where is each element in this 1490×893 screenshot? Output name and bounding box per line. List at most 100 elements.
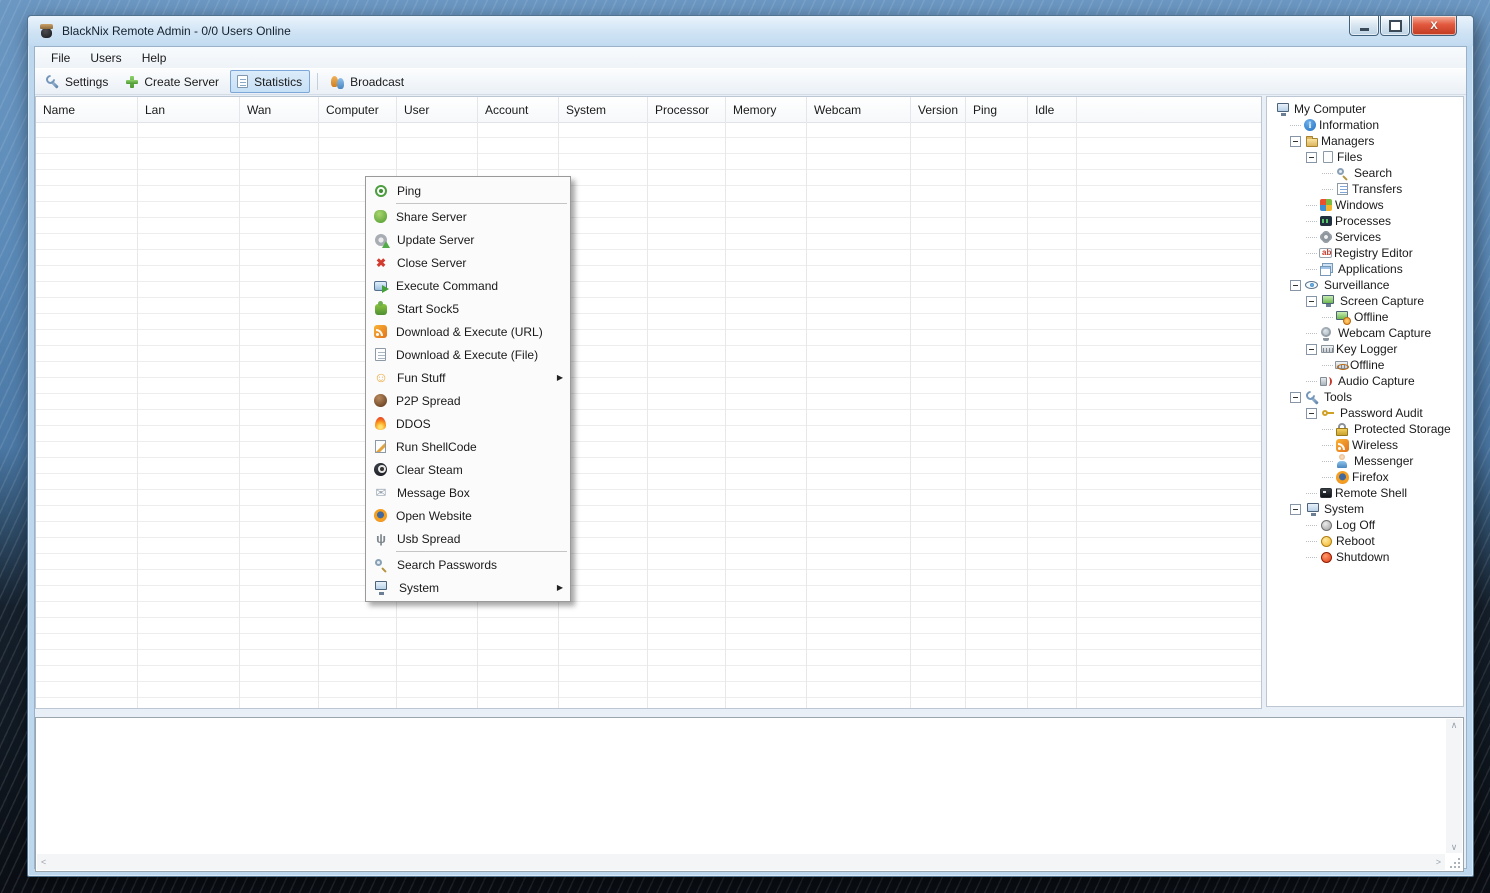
column-header-lan[interactable]: Lan <box>138 97 240 122</box>
toolbar-button-broadcast[interactable]: Broadcast <box>325 70 412 93</box>
context-menu-item-message-box[interactable]: Message Box <box>366 481 570 504</box>
minus-glyph <box>1293 141 1298 142</box>
log-output[interactable] <box>37 719 1445 853</box>
tree-item-tools[interactable]: Tools <box>1267 389 1463 405</box>
scroll-up-icon[interactable] <box>1451 719 1458 731</box>
tree-item-label: Screen Capture <box>1340 294 1424 308</box>
context-menu-item-usb-spread[interactable]: Usb Spread <box>366 527 570 550</box>
column-header-idle[interactable]: Idle <box>1028 97 1077 122</box>
tree-item-label: Managers <box>1321 134 1374 148</box>
column-header-user[interactable]: User <box>397 97 478 122</box>
tree-expand-box[interactable] <box>1290 392 1301 403</box>
tree-item-password-audit[interactable]: Password Audit <box>1267 405 1463 421</box>
context-menu-item-p2p-spread[interactable]: P2P Spread <box>366 389 570 412</box>
context-menu-item-ping[interactable]: Ping <box>366 179 570 202</box>
context-menu-item-fun-stuff[interactable]: Fun Stuff▶ <box>366 366 570 389</box>
server-listview[interactable]: NameLanWanComputerUserAccountSystemProce… <box>35 96 1262 709</box>
column-header-memory[interactable]: Memory <box>726 97 807 122</box>
tree-expand-box[interactable] <box>1306 152 1317 163</box>
tree-item-windows[interactable]: Windows <box>1267 197 1463 213</box>
context-menu-item-clear-steam[interactable]: Clear Steam <box>366 458 570 481</box>
tree-item-protected-storage[interactable]: Protected Storage <box>1267 421 1463 437</box>
context-menu-item-start-sock5[interactable]: Start Sock5 <box>366 297 570 320</box>
column-header-name[interactable]: Name <box>36 97 138 122</box>
context-menu-item-label: Share Server <box>396 210 467 224</box>
context-menu-item-close-server[interactable]: Close Server <box>366 251 570 274</box>
tree-item-log-off[interactable]: Log Off <box>1267 517 1463 533</box>
tree-expand-box[interactable] <box>1290 504 1301 515</box>
tree-item-messenger[interactable]: Messenger <box>1267 453 1463 469</box>
column-header-ping[interactable]: Ping <box>966 97 1028 122</box>
column-header-processor[interactable]: Processor <box>648 97 726 122</box>
server-list-body[interactable] <box>36 122 1261 708</box>
log-horizontal-scrollbar[interactable] <box>37 854 1445 870</box>
tree-connector <box>1306 261 1317 270</box>
tree-item-key-logger[interactable]: Key Logger <box>1267 341 1463 357</box>
tree-item-screen-capture[interactable]: Screen Capture <box>1267 293 1463 309</box>
tree-item-firefox[interactable]: Firefox <box>1267 469 1463 485</box>
minimize-button[interactable] <box>1349 16 1379 36</box>
tree-item-system[interactable]: System <box>1267 501 1463 517</box>
context-menu-item-label: Ping <box>397 184 421 198</box>
column-header-system[interactable]: System <box>559 97 648 122</box>
context-menu-item-download-execute-file[interactable]: Download & Execute (File) <box>366 343 570 366</box>
scroll-left-icon[interactable] <box>41 856 46 868</box>
context-menu-item-run-shellcode[interactable]: Run ShellCode <box>366 435 570 458</box>
column-header-webcam[interactable]: Webcam <box>807 97 911 122</box>
tree-item-offline[interactable]: Offline <box>1267 357 1463 373</box>
tree-expand-box[interactable] <box>1306 296 1317 307</box>
tree-item-surveillance[interactable]: Surveillance <box>1267 277 1463 293</box>
clear-steam-icon <box>374 463 387 476</box>
tree-item-wireless[interactable]: Wireless <box>1267 437 1463 453</box>
context-menu-item-execute-command[interactable]: Execute Command <box>366 274 570 297</box>
context-menu-item-download-execute-url[interactable]: Download & Execute (URL) <box>366 320 570 343</box>
tree-item-transfers[interactable]: Transfers <box>1267 181 1463 197</box>
log-vertical-scrollbar[interactable] <box>1446 719 1462 853</box>
context-menu-item-ddos[interactable]: DDOS <box>366 412 570 435</box>
toolbar-button-statistics[interactable]: Statistics <box>230 70 310 93</box>
maximize-button[interactable] <box>1380 16 1410 36</box>
tree-item-reboot[interactable]: Reboot <box>1267 533 1463 549</box>
toolbar-button-settings[interactable]: Settings <box>40 70 116 93</box>
tree-item-services[interactable]: Services <box>1267 229 1463 245</box>
plus-icon <box>124 74 140 90</box>
tree-item-webcam-capture[interactable]: Webcam Capture <box>1267 325 1463 341</box>
context-menu-item-update-server[interactable]: Update Server <box>366 228 570 251</box>
tree-item-my-computer[interactable]: My Computer <box>1267 101 1463 117</box>
tree-item-shutdown[interactable]: Shutdown <box>1267 549 1463 565</box>
tree-item-managers[interactable]: Managers <box>1267 133 1463 149</box>
tree-item-audio-capture[interactable]: Audio Capture <box>1267 373 1463 389</box>
tree-item-processes[interactable]: Processes <box>1267 213 1463 229</box>
tree-item-files[interactable]: Files <box>1267 149 1463 165</box>
menu-item-help[interactable]: Help <box>132 49 177 67</box>
tree-item-information[interactable]: Information <box>1267 117 1463 133</box>
context-menu-item-open-website[interactable]: Open Website <box>366 504 570 527</box>
tree-expand-box[interactable] <box>1290 280 1301 291</box>
title-bar[interactable]: BlackNix Remote Admin - 0/0 Users Online <box>28 16 1473 46</box>
context-menu-item-share-server[interactable]: Share Server <box>366 205 570 228</box>
context-menu-item-system[interactable]: System▶ <box>366 576 570 599</box>
scroll-down-icon[interactable] <box>1451 841 1458 853</box>
column-header-account[interactable]: Account <box>478 97 559 122</box>
context-menu-item-label: Close Server <box>397 256 466 270</box>
files-icon <box>1323 151 1333 163</box>
tree-item-search[interactable]: Search <box>1267 165 1463 181</box>
resize-grip[interactable] <box>1448 856 1461 869</box>
tree-item-applications[interactable]: Applications <box>1267 261 1463 277</box>
toolbar-button-create-server[interactable]: Create Server <box>119 70 227 93</box>
tree-expand-box[interactable] <box>1306 344 1317 355</box>
tree-expand-box[interactable] <box>1306 408 1317 419</box>
tree-item-remote-shell[interactable]: Remote Shell <box>1267 485 1463 501</box>
tree-item-registry-editor[interactable]: Registry Editor <box>1267 245 1463 261</box>
column-header-computer[interactable]: Computer <box>319 97 397 122</box>
close-button[interactable]: X <box>1411 16 1457 36</box>
tree-expand-box[interactable] <box>1290 136 1301 147</box>
menu-item-file[interactable]: File <box>41 49 80 67</box>
window-title: BlackNix Remote Admin - 0/0 Users Online <box>62 24 291 38</box>
context-menu-item-search-passwords[interactable]: Search Passwords <box>366 553 570 576</box>
tree-item-offline[interactable]: Offline <box>1267 309 1463 325</box>
scroll-right-icon[interactable] <box>1436 856 1441 868</box>
column-header-version[interactable]: Version <box>911 97 966 122</box>
column-header-wan[interactable]: Wan <box>240 97 319 122</box>
menu-item-users[interactable]: Users <box>80 49 131 67</box>
